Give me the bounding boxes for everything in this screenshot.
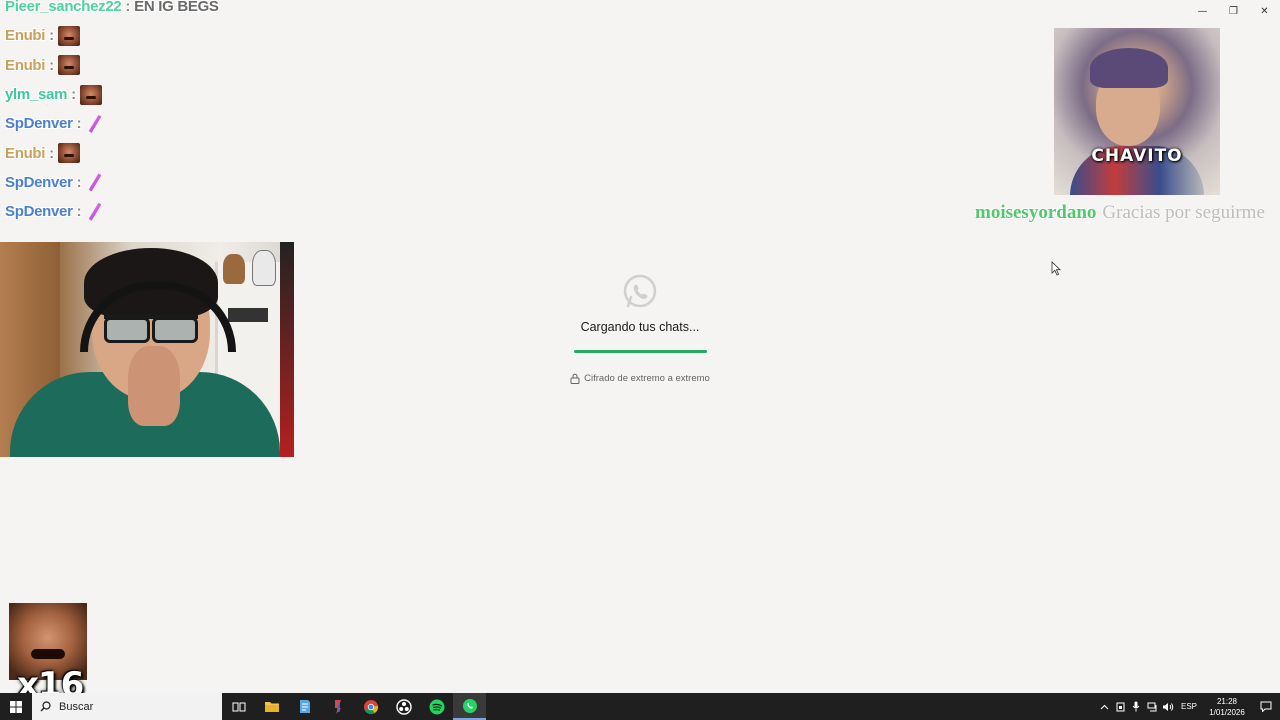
chat-message: Enubi:: [0, 51, 300, 80]
network-icon[interactable]: [1144, 702, 1160, 712]
chat-separator: :: [49, 56, 54, 74]
obs-icon[interactable]: [387, 693, 420, 720]
chat-emote-feather-icon: [88, 114, 102, 133]
chat-emote-face-icon: [57, 25, 80, 46]
loading-text: Cargando tus chats...: [580, 320, 700, 334]
whatsapp-logo-icon: [623, 274, 657, 308]
chevron-up-icon[interactable]: [1096, 704, 1112, 710]
app-icon[interactable]: [321, 693, 354, 720]
alert-message: Gracias por seguirme: [1102, 202, 1265, 223]
windows-logo-icon: [10, 700, 22, 713]
loading-progress-bar: [573, 350, 707, 353]
whatsapp-icon[interactable]: [453, 693, 486, 720]
system-tray: ESP 21:28 1/01/2026: [1096, 693, 1280, 720]
chat-emote-feather-icon: [88, 173, 102, 192]
minimize-button[interactable]: —: [1187, 0, 1218, 22]
volume-icon[interactable]: [1160, 702, 1176, 712]
emote-combo: x16: [9, 603, 87, 705]
language-indicator[interactable]: ESP: [1176, 702, 1202, 711]
chat-separator: :: [125, 0, 131, 16]
chat-message: Pieer_sanchez22: EN IG BEGS: [0, 0, 300, 21]
start-button[interactable]: [0, 693, 32, 720]
chat-message: SpDenver:: [0, 197, 300, 226]
chat-text: EN IG BEGS: [134, 0, 219, 16]
loading-progress-fill: [573, 350, 707, 353]
file-explorer-icon[interactable]: [255, 693, 288, 720]
chat-username: Enubi: [5, 144, 46, 162]
chat-emote-feather-icon: [88, 202, 102, 221]
stream-chat-overlay: Pieer_sanchez22: EN IG BEGS Enubi: Enubi: yl…: [0, 0, 300, 226]
device-icon[interactable]: [1112, 702, 1128, 712]
webcam-feed: [0, 242, 294, 457]
alert-caption: CHAVITO: [1091, 146, 1183, 166]
search-placeholder: Buscar: [59, 700, 94, 713]
chat-message: Enubi:: [0, 138, 300, 167]
taskbar-clock[interactable]: 21:28 1/01/2026: [1202, 696, 1252, 718]
chat-separator: :: [76, 173, 82, 191]
task-view-icon[interactable]: [222, 693, 255, 720]
microphone-icon[interactable]: [1128, 701, 1144, 712]
chat-message: Enubi:: [0, 21, 300, 50]
chat-separator: :: [76, 115, 82, 133]
chat-separator: :: [71, 86, 76, 104]
chat-emote-face-icon: [57, 55, 80, 76]
chat-username: SpDenver: [5, 203, 73, 221]
chat-message: ylm_sam:: [0, 80, 300, 109]
chat-username: SpDenver: [5, 173, 73, 191]
clock-time: 21:28: [1216, 696, 1238, 706]
chrome-icon[interactable]: [354, 693, 387, 720]
notification-icon[interactable]: [1252, 701, 1280, 712]
chat-separator: :: [49, 144, 54, 162]
chat-separator: :: [49, 27, 54, 45]
restore-button[interactable]: ❐: [1218, 0, 1249, 22]
chat-emote-face-icon: [79, 84, 102, 105]
alert-username: moisesyordano: [975, 202, 1097, 223]
chat-separator: :: [76, 203, 82, 221]
clock-date: 1/01/2026: [1209, 707, 1245, 717]
chat-emote-face-icon: [57, 143, 80, 164]
follower-alert-image: CHAVITO: [1054, 28, 1220, 195]
follower-alert-text: moisesyordano Gracias por seguirme: [975, 202, 1280, 224]
notepad-icon[interactable]: [288, 693, 321, 720]
encryption-notice: Cifrado de extremo a extremo: [540, 373, 740, 384]
mouse-cursor-icon: [1051, 261, 1061, 276]
windows-taskbar: Buscar ESP 21:28 1/01/2026: [0, 693, 1280, 720]
window-controls: — ❐ ✕: [1187, 0, 1280, 22]
encryption-text: Cifrado de extremo a extremo: [584, 373, 710, 384]
lock-icon: [570, 373, 580, 384]
chat-username: SpDenver: [5, 115, 73, 133]
whatsapp-loading-screen: Cargando tus chats... Cifrado de extremo…: [540, 272, 740, 384]
close-button[interactable]: ✕: [1249, 0, 1280, 22]
chat-username: Enubi: [5, 56, 46, 74]
spotify-icon[interactable]: [420, 693, 453, 720]
chat-username: Enubi: [5, 27, 46, 45]
chat-message: SpDenver:: [0, 168, 300, 197]
taskbar-search[interactable]: Buscar: [32, 693, 222, 720]
search-icon: [40, 701, 51, 712]
chat-username: Pieer_sanchez22: [5, 0, 122, 16]
chat-message: SpDenver:: [0, 109, 300, 138]
chat-username: ylm_sam: [5, 86, 68, 104]
